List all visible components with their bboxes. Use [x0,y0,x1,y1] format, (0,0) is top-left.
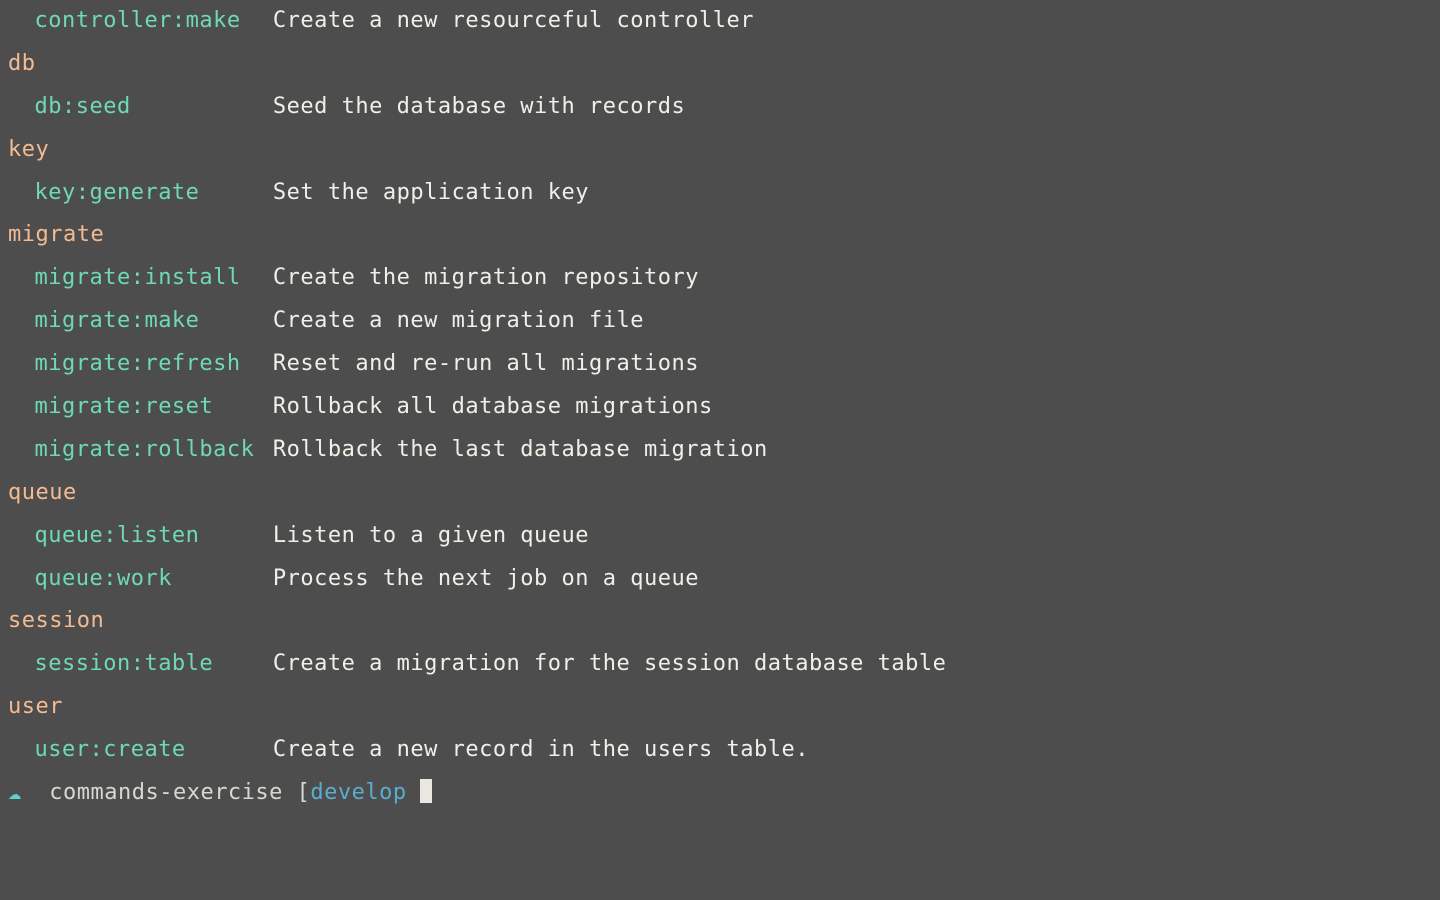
command-group-header: session [8,600,1432,643]
prompt-directory: commands-exercise [49,780,283,805]
command-name: session:table [34,643,272,686]
command-name: migrate:refresh [34,343,272,386]
command-row: migrate:installCreate the migration repo… [8,257,1432,300]
command-row: db:seedSeed the database with records [8,86,1432,129]
command-description: Create a migration for the session datab… [273,651,947,676]
command-name: user:create [34,729,272,772]
terminal-cursor [420,779,432,803]
command-row: key:generateSet the application key [8,172,1432,215]
command-description: Create the migration repository [273,265,699,290]
command-group-header: user [8,686,1432,729]
command-group-header: migrate [8,214,1432,257]
command-name: key:generate [34,172,272,215]
command-description: Set the application key [273,180,589,205]
prompt-bracket-open: [ [297,780,311,805]
command-name: migrate:rollback [34,429,272,472]
command-group-header: key [8,129,1432,172]
terminal-output[interactable]: controller:makeCreate a new resourceful … [0,0,1440,815]
command-description: Reset and re-run all migrations [273,351,699,376]
command-row: migrate:resetRollback all database migra… [8,386,1432,429]
command-name: controller:make [34,0,272,43]
command-group-header: queue [8,472,1432,515]
command-description: Create a new record in the users table. [273,737,809,762]
command-group-header: db [8,43,1432,86]
command-row: queue:workProcess the next job on a queu… [8,558,1432,601]
command-row: queue:listenListen to a given queue [8,515,1432,558]
command-description: Create a new migration file [273,308,644,333]
command-name: queue:work [34,558,272,601]
command-row: controller:makeCreate a new resourceful … [8,0,1432,43]
prompt-git-branch: develop [310,780,406,805]
command-row: migrate:rollbackRollback the last databa… [8,429,1432,472]
command-row: user:createCreate a new record in the us… [8,729,1432,772]
command-name: migrate:install [34,257,272,300]
shell-prompt[interactable]: ☁ commands-exercise [develop [8,772,1432,815]
command-row: migrate:makeCreate a new migration file [8,300,1432,343]
command-description: Listen to a given queue [273,523,589,548]
command-name: db:seed [34,86,272,129]
command-description: Seed the database with records [273,94,685,119]
command-name: migrate:make [34,300,272,343]
command-name: migrate:reset [34,386,272,429]
command-row: session:tableCreate a migration for the … [8,643,1432,686]
command-description: Rollback the last database migration [273,437,768,462]
command-row: migrate:refreshReset and re-run all migr… [8,343,1432,386]
command-description: Process the next job on a queue [273,566,699,591]
cloud-icon: ☁ [8,772,22,815]
command-name: queue:listen [34,515,272,558]
command-description: Create a new resourceful controller [273,8,754,33]
command-description: Rollback all database migrations [273,394,713,419]
